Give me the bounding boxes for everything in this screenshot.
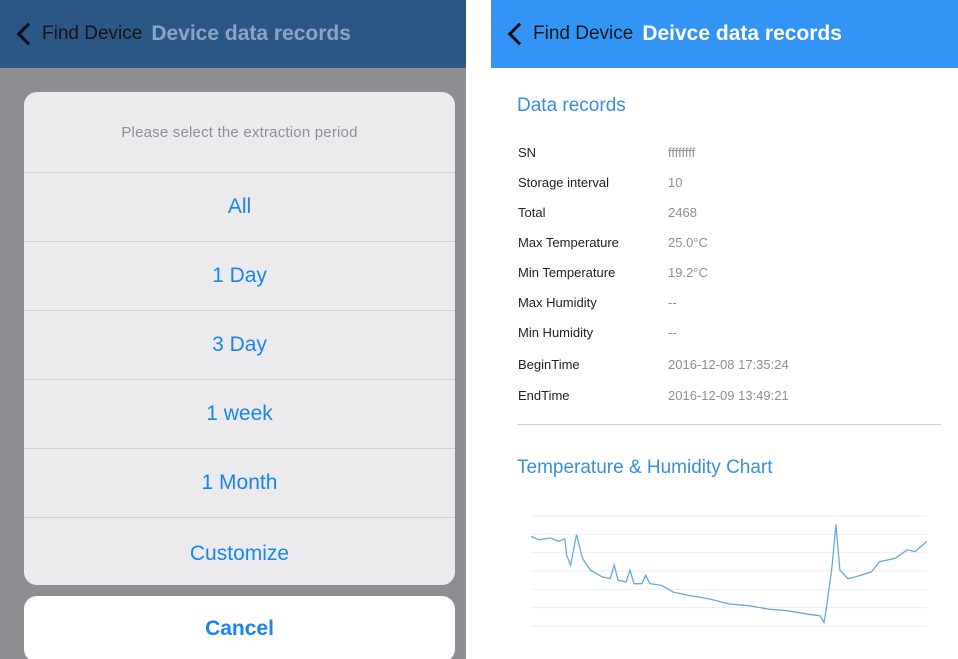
record-label: SN (518, 144, 537, 160)
record-label: Total (518, 204, 546, 220)
record-row-total: Total 2468 (518, 202, 697, 222)
option-3-day[interactable]: 3 Day (24, 311, 455, 380)
option-1-week[interactable]: 1 week (24, 380, 455, 449)
record-row-max-humidity: Max Humidity -- (518, 292, 677, 312)
record-value: -- (668, 294, 677, 310)
section-divider (517, 424, 941, 425)
record-label: Max Temperature (518, 234, 619, 250)
option-all[interactable]: All (24, 173, 455, 242)
extraction-period-sheet: Please select the extraction period All … (24, 92, 455, 585)
record-value: -- (668, 324, 677, 340)
record-row-begin-time: BeginTime 2016-12-08 17:35:24 (518, 354, 789, 374)
option-customize[interactable]: Customize (24, 518, 455, 585)
record-value: 2468 (668, 204, 697, 220)
temperature-humidity-chart (531, 515, 928, 627)
sheet-header: Please select the extraction period (24, 92, 455, 173)
record-value: 2016-12-08 17:35:24 (668, 356, 789, 372)
option-1-day[interactable]: 1 Day (24, 242, 455, 311)
back-button-label[interactable]: Find Device (533, 23, 633, 45)
record-label: Min Humidity (518, 324, 594, 340)
right-screenshot: Find Device Deivce data records Data rec… (491, 0, 958, 659)
left-navbar: Find Device Device data records (0, 0, 466, 68)
cancel-button[interactable]: Cancel (24, 596, 455, 659)
record-row-min-temperature: Min Temperature 19.2°C (518, 262, 708, 282)
page-title: Deivce data records (642, 22, 842, 45)
record-label: Min Temperature (518, 264, 616, 280)
record-row-sn: SN ffffffff (518, 142, 695, 162)
left-screenshot: Find Device Device data records Please s… (0, 0, 466, 659)
record-value: 10 (668, 174, 683, 190)
right-navbar: Find Device Deivce data records (491, 0, 958, 68)
record-row-max-temperature: Max Temperature 25.0°C (518, 232, 708, 252)
record-row-storage-interval: Storage interval 10 (518, 172, 682, 192)
record-label: BeginTime (518, 356, 580, 372)
record-label: Max Humidity (518, 294, 597, 310)
record-value: 19.2°C (668, 264, 708, 280)
record-row-min-humidity: Min Humidity -- (518, 322, 677, 342)
record-label: Storage interval (518, 174, 610, 190)
record-row-end-time: EndTime 2016-12-09 13:49:21 (518, 385, 789, 405)
option-1-month[interactable]: 1 Month (24, 449, 455, 518)
chevron-left-icon[interactable] (501, 0, 531, 68)
record-label: EndTime (518, 387, 570, 403)
chart-heading: Temperature & Humidity Chart (517, 457, 773, 478)
record-value: 25.0°C (668, 234, 708, 250)
record-value: ffffffff (668, 144, 696, 160)
record-value: 2016-12-09 13:49:21 (668, 387, 789, 403)
back-button-label[interactable]: Find Device (42, 23, 142, 45)
chevron-left-icon[interactable] (10, 0, 40, 68)
data-records-heading: Data records (517, 95, 626, 116)
page-title: Device data records (151, 22, 351, 45)
